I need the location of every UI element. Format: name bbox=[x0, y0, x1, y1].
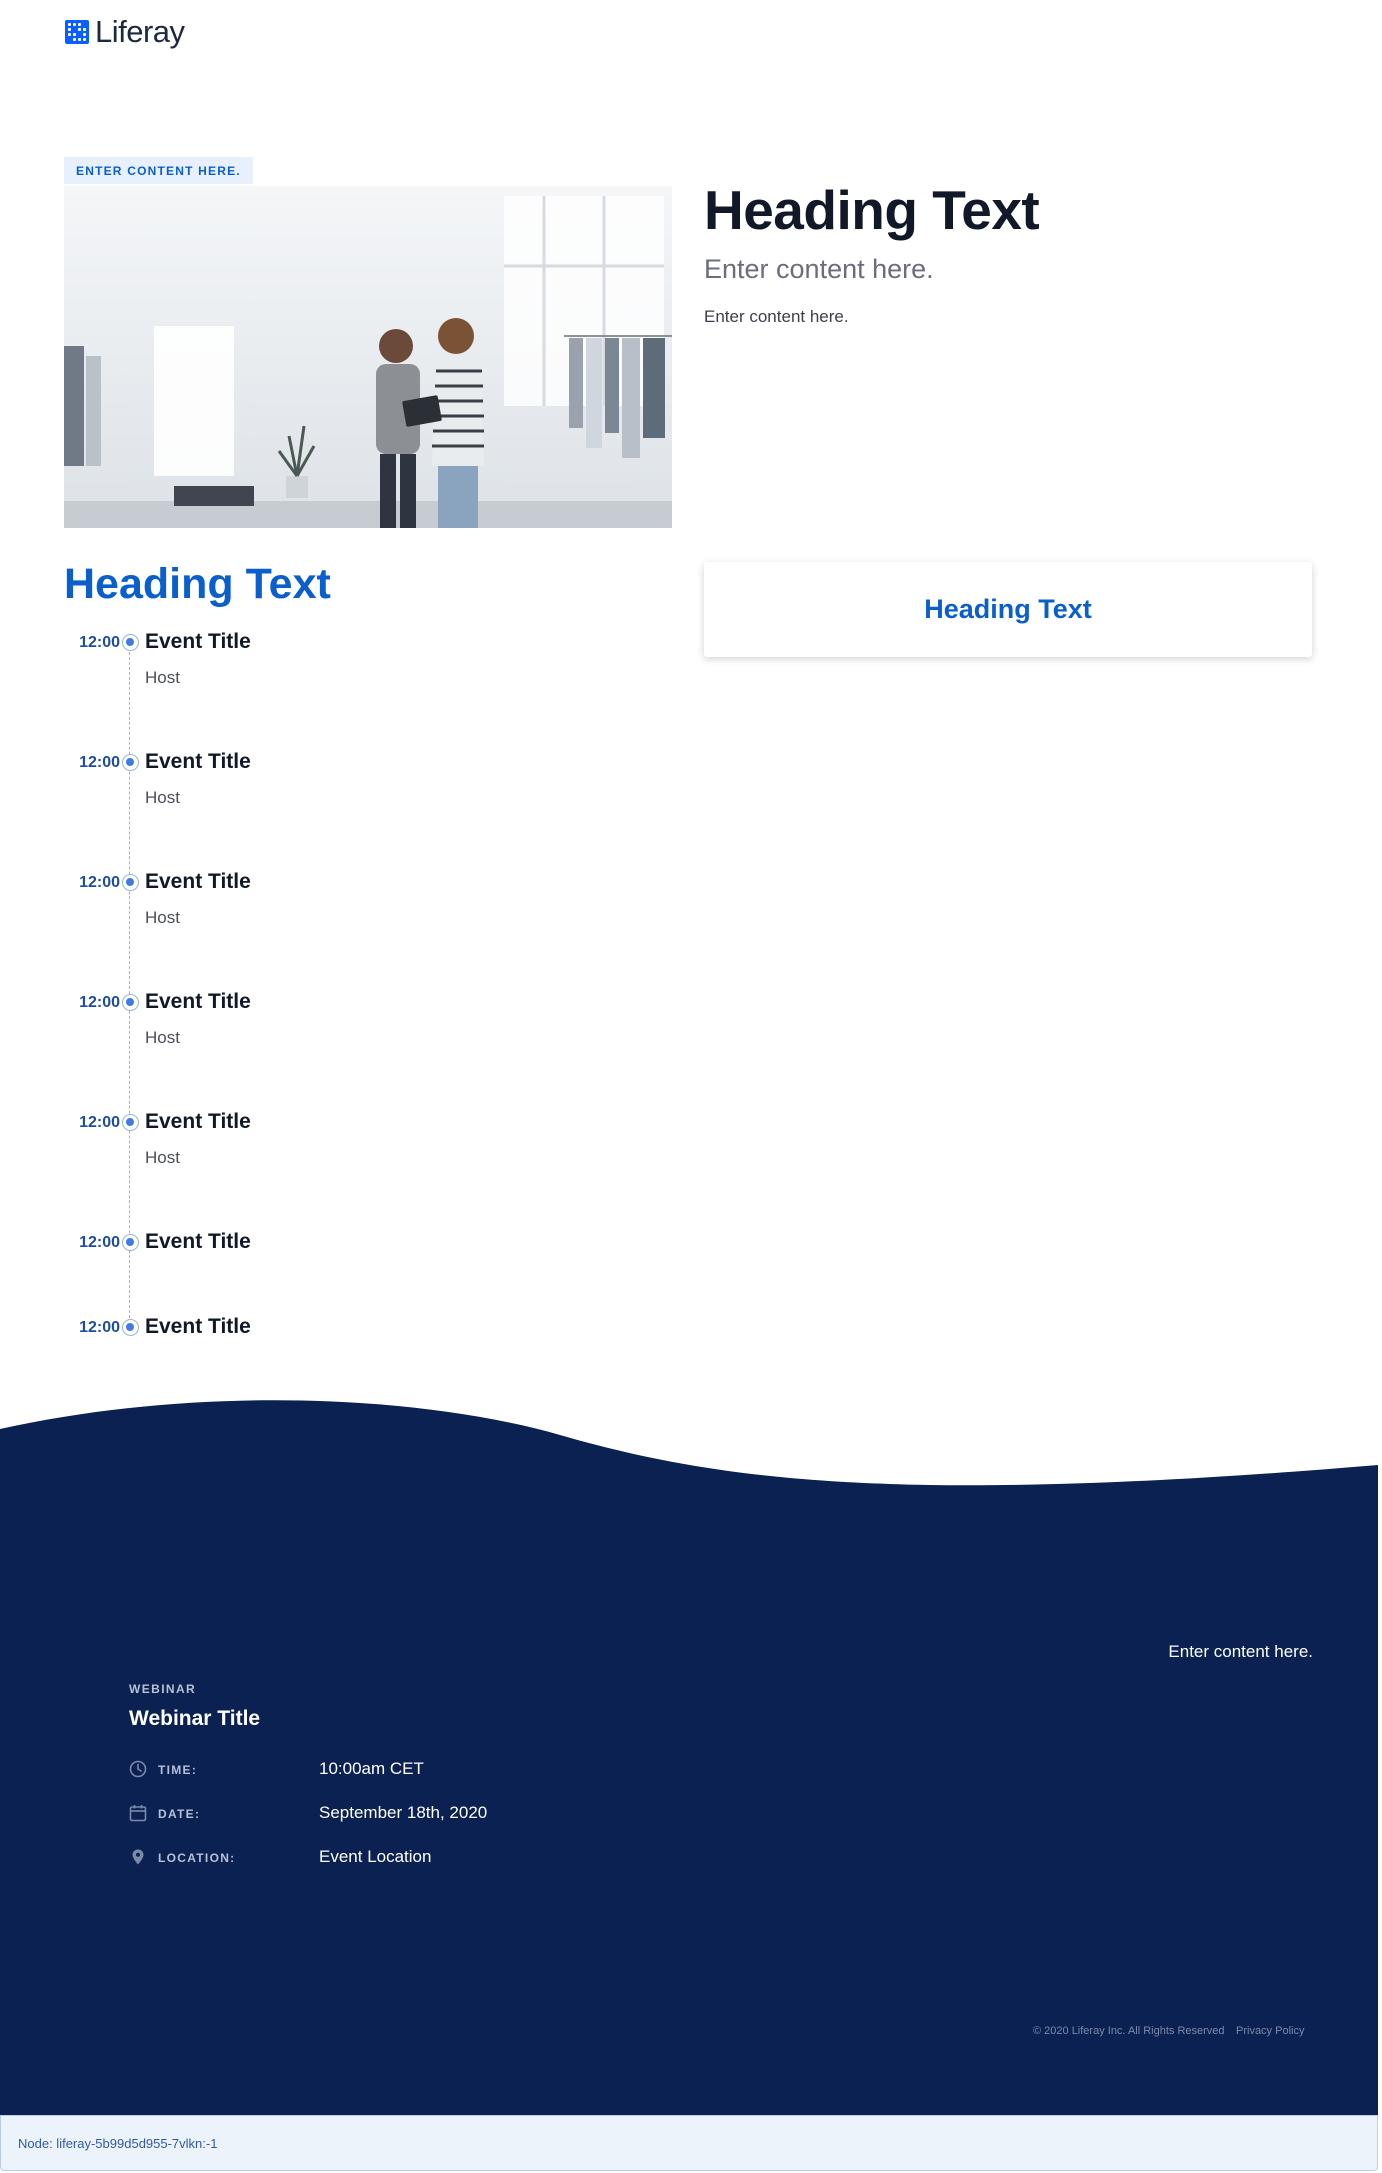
liferay-logo[interactable]: Liferay bbox=[65, 12, 185, 52]
node-info-bar: Node: liferay-5b99d5d955-7vlkn:-1 bbox=[0, 2115, 1378, 2171]
event-title: Event Title bbox=[145, 750, 251, 773]
timeline-dot-icon bbox=[122, 1319, 139, 1336]
event-time: 12:00 bbox=[79, 1319, 120, 1336]
hero-title: Heading Text bbox=[704, 179, 1040, 241]
event-title: Event Title bbox=[145, 1110, 251, 1133]
event-title: Event Title bbox=[145, 1315, 251, 1338]
hero-image bbox=[64, 186, 672, 528]
timeline-dot-icon bbox=[122, 1114, 139, 1131]
timeline-dot-icon bbox=[122, 874, 139, 891]
hero-subtitle: Enter content here. bbox=[704, 254, 934, 284]
hero-body-text: Enter content here. bbox=[704, 307, 849, 326]
liferay-logo-icon bbox=[65, 20, 89, 44]
timeline-dot-icon bbox=[122, 754, 139, 771]
date-value: September 18th, 2020 bbox=[319, 1803, 488, 1822]
timeline-line bbox=[129, 642, 130, 1328]
calendar-icon bbox=[129, 1805, 147, 1822]
location-label: LOCATION: bbox=[158, 1851, 236, 1865]
copyright-text: © 2020 Liferay Inc. All Rights Reserved bbox=[1033, 2025, 1225, 2037]
webinar-location-row: LOCATION: Event Location bbox=[129, 1845, 549, 1869]
logo-text: Liferay bbox=[95, 14, 185, 49]
time-value: 10:00am CET bbox=[319, 1759, 424, 1778]
agenda-title: Heading Text bbox=[64, 560, 331, 608]
heading-card: Heading Text bbox=[704, 562, 1312, 657]
footer-wave bbox=[0, 1400, 1378, 1515]
clock-icon bbox=[129, 1760, 147, 1778]
timeline-dot-icon bbox=[122, 1234, 139, 1251]
event-time: 12:00 bbox=[79, 634, 120, 651]
event-host: Host bbox=[145, 1148, 180, 1167]
hero-badge: ENTER CONTENT HERE. bbox=[64, 157, 253, 184]
webinar-title: Webinar Title bbox=[129, 1707, 261, 1730]
event-title: Event Title bbox=[145, 1230, 251, 1253]
location-value: Event Location bbox=[319, 1847, 432, 1866]
event-time: 12:00 bbox=[79, 754, 120, 771]
date-label: DATE: bbox=[158, 1807, 201, 1821]
node-info-text: Node: liferay-5b99d5d955-7vlkn:-1 bbox=[18, 2135, 218, 2151]
event-title: Event Title bbox=[145, 870, 251, 893]
time-label: TIME: bbox=[158, 1763, 198, 1777]
location-pin-icon bbox=[132, 1849, 144, 1865]
event-host: Host bbox=[145, 1028, 180, 1047]
webinar-time-row: TIME: 10:00am CET bbox=[129, 1757, 549, 1781]
event-title: Event Title bbox=[145, 630, 251, 653]
event-host: Host bbox=[145, 668, 180, 687]
webinar-date-row: DATE: September 18th, 2020 bbox=[129, 1801, 549, 1825]
footer: Enter content here. WEBINAR Webinar Titl… bbox=[0, 1512, 1378, 2117]
event-time: 12:00 bbox=[79, 1234, 120, 1251]
store-photo-icon bbox=[64, 186, 672, 528]
event-host: Host bbox=[145, 788, 180, 807]
webinar-label: WEBINAR bbox=[129, 1682, 197, 1696]
privacy-policy-link[interactable]: Privacy Policy bbox=[1236, 2025, 1304, 2037]
timeline-dot-icon bbox=[122, 634, 139, 651]
event-title: Event Title bbox=[145, 990, 251, 1013]
event-time: 12:00 bbox=[79, 994, 120, 1011]
event-time: 12:00 bbox=[79, 874, 120, 891]
footer-content-text: Enter content here. bbox=[1168, 1642, 1313, 1661]
event-host: Host bbox=[145, 908, 180, 927]
card-title: Heading Text bbox=[924, 594, 1092, 624]
timeline-dot-icon bbox=[122, 994, 139, 1011]
event-time: 12:00 bbox=[79, 1114, 120, 1131]
